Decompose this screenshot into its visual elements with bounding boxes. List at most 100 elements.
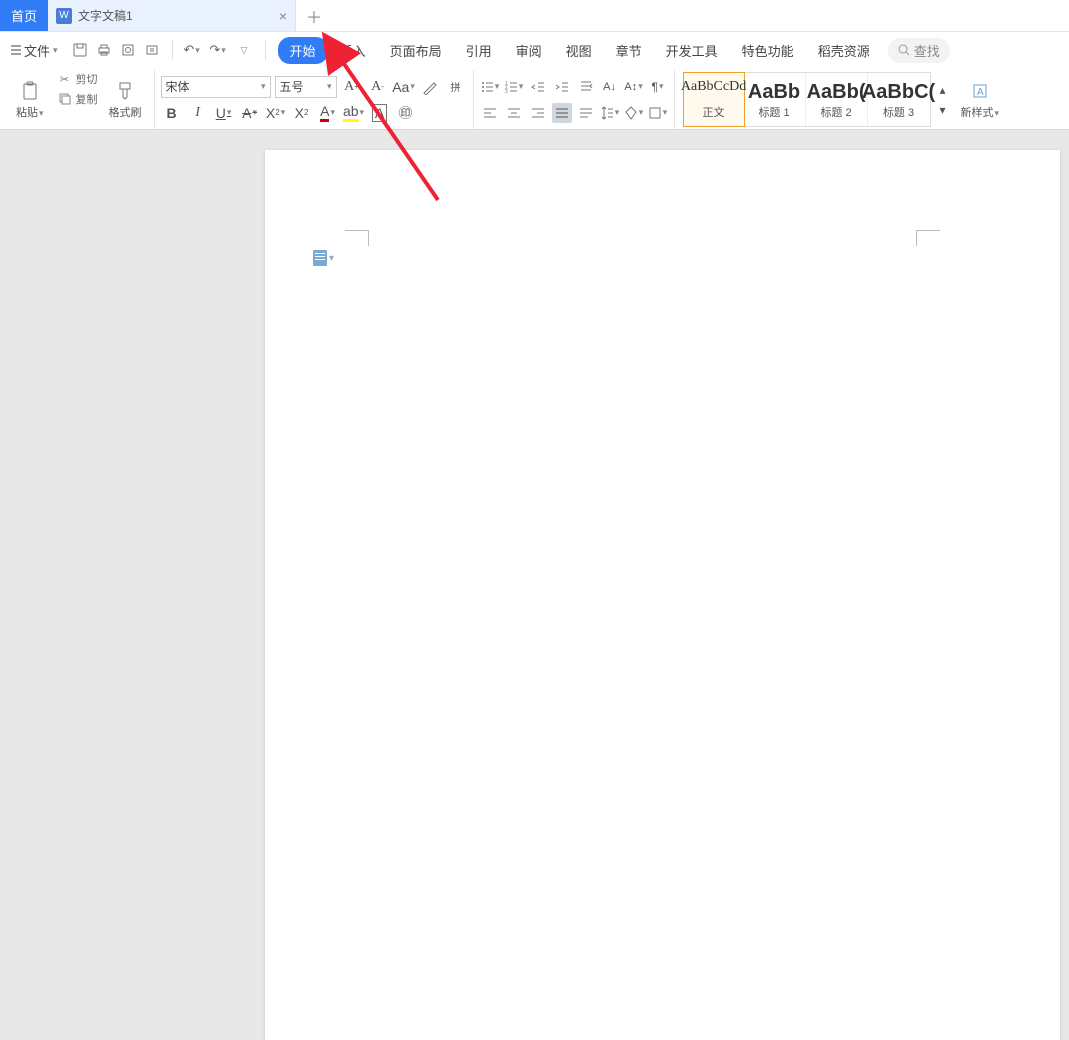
circled-char-icon[interactable]: ㊞ [395,102,417,124]
tab-page-layout[interactable]: 页面布局 [378,37,454,64]
new-style-label: 新样式▾ [961,104,1000,120]
document-page[interactable]: ▾ [265,150,1060,1040]
tab-features[interactable]: 特色功能 [730,37,806,64]
style-preview: AaBbC( [856,76,941,104]
clear-format-icon[interactable] [419,76,441,98]
tab-resources[interactable]: 稻壳资源 [806,37,882,64]
paste-label: 粘贴▾ [16,104,44,120]
ribbon-tabs: 开始 插入 页面布局 引用 审阅 视图 章节 开发工具 特色功能 稻壳资源 [278,37,882,64]
style-heading3[interactable]: AaBbC( 标题 3 [868,73,930,126]
document-tabs: 首页 W 文字文稿1 × ＋ [0,0,1069,32]
style-label: 正文 [703,104,725,124]
underline-icon[interactable]: U▾ [213,102,235,124]
bold-icon[interactable]: B [161,102,183,124]
copy-button[interactable]: 复制 [54,90,101,108]
search-placeholder: 查找 [914,41,940,60]
print-preview-icon[interactable] [118,40,138,60]
font-size-select[interactable]: 五号▾ [275,76,337,98]
numbering-icon[interactable]: 123▾ [504,77,524,97]
redo-icon[interactable]: ↷▾ [207,40,229,60]
undo-redo: ↶▾ ↷▾ ▽ [181,40,266,60]
cut-button[interactable]: ✂剪切 [54,70,101,88]
sort-icon[interactable]: A↕▾ [624,77,644,97]
highlight-icon[interactable]: ab▾ [343,102,365,124]
format-painter-label: 格式刷 [109,104,142,120]
borders-icon[interactable]: ▾ [648,103,668,123]
align-distribute-icon[interactable] [576,103,596,123]
print-direct-icon[interactable] [142,40,162,60]
ribbon-toolbar: 粘贴▾ ✂剪切 复制 格式刷 宋体▾ 五号▾ A+ A- Aa▾ 拼 B I U… [0,68,1069,130]
margin-marker-top-right [916,230,940,246]
search-icon [898,44,910,56]
char-border-icon[interactable]: A [369,102,391,124]
align-center-icon[interactable] [504,103,524,123]
subscript-icon[interactable]: X2 [291,102,313,124]
strike-icon[interactable]: A▾ [239,102,261,124]
align-left-icon[interactable] [480,103,500,123]
file-menu-label: 文件 [24,41,50,60]
tab-insert[interactable]: 插入 [328,37,378,64]
paragraph-group: ▾ 123▾ A↓ A↕▾ ¶▾ ▾ ▾ ▾ [474,70,675,129]
tab-sections[interactable]: 章节 [604,37,654,64]
tab-developer[interactable]: 开发工具 [654,37,730,64]
decrease-indent-icon[interactable] [528,77,548,97]
style-normal[interactable]: AaBbCcDd 正文 [683,72,745,127]
style-preview: AaBb [742,76,806,104]
svg-text:A: A [977,87,984,98]
tab-view[interactable]: 视图 [554,37,604,64]
cut-label: 剪切 [76,71,98,87]
word-doc-icon: W [56,8,72,24]
file-menu[interactable]: 文件 ▾ [4,41,64,60]
style-heading1[interactable]: AaBb 标题 1 [744,73,806,126]
copy-label: 复制 [76,91,98,107]
font-color-icon[interactable]: A▾ [317,102,339,124]
style-preview: AaBbCcDd [681,76,746,104]
margin-marker-top-left [345,230,369,246]
show-marks-icon[interactable]: ¶▾ [648,77,668,97]
style-label: 标题 1 [758,104,789,124]
new-tab-button[interactable]: ＋ [296,0,332,31]
grow-font-icon[interactable]: A+ [341,76,363,98]
doc-tag-icon [313,250,327,266]
copy-icon [57,91,73,107]
tab-document[interactable]: W 文字文稿1 × [48,0,296,31]
new-style-button[interactable]: A 新样式▾ [955,70,1006,129]
font-name-select[interactable]: 宋体▾ [161,76,271,98]
paste-button[interactable]: 粘贴▾ [10,70,50,129]
style-label: 标题 2 [820,104,851,124]
menu-bar: 文件 ▾ ↶▾ ↷▾ ▽ 开始 插入 页面布局 引用 审阅 视图 章节 开发工具… [0,32,1069,68]
quick-access [70,40,173,60]
superscript-icon[interactable]: X2▾ [265,102,287,124]
svg-text:3: 3 [505,89,508,94]
undo-icon[interactable]: ↶▾ [181,40,203,60]
tab-review[interactable]: 审阅 [504,37,554,64]
close-tab-icon[interactable]: × [279,8,287,24]
line-spacing-icon[interactable]: ▾ [600,103,620,123]
search-box[interactable]: 查找 [888,38,950,63]
print-icon[interactable] [94,40,114,60]
phonetic-icon[interactable]: 拼 [445,76,467,98]
scissors-icon: ✂ [57,71,73,87]
text-direction-icon[interactable]: A↓ [600,77,620,97]
style-scroll-up-icon[interactable]: ▴ [933,80,953,100]
save-icon[interactable] [70,40,90,60]
format-painter-button[interactable]: 格式刷 [103,70,148,129]
line-spacing-top-icon[interactable] [576,77,596,97]
style-label: 标题 3 [883,104,914,124]
font-name-value: 宋体 [166,78,190,95]
style-gallery: AaBbCcDd 正文 AaBb 标题 1 AaBb( 标题 2 AaBbC( … [683,72,931,127]
dropdown-icon[interactable]: ▽ [233,40,255,60]
style-scroll-down-icon[interactable]: ▾ [933,100,953,120]
tab-references[interactable]: 引用 [454,37,504,64]
italic-icon[interactable]: I [187,102,209,124]
shrink-font-icon[interactable]: A- [367,76,389,98]
tab-home[interactable]: 首页 [0,0,48,31]
change-case-icon[interactable]: Aa▾ [393,76,415,98]
align-right-icon[interactable] [528,103,548,123]
document-smart-tag[interactable]: ▾ [313,250,334,266]
increase-indent-icon[interactable] [552,77,572,97]
align-justify-icon[interactable] [552,103,572,123]
shading-icon[interactable]: ▾ [624,103,644,123]
tab-start[interactable]: 开始 [278,37,328,64]
bullets-icon[interactable]: ▾ [480,77,500,97]
